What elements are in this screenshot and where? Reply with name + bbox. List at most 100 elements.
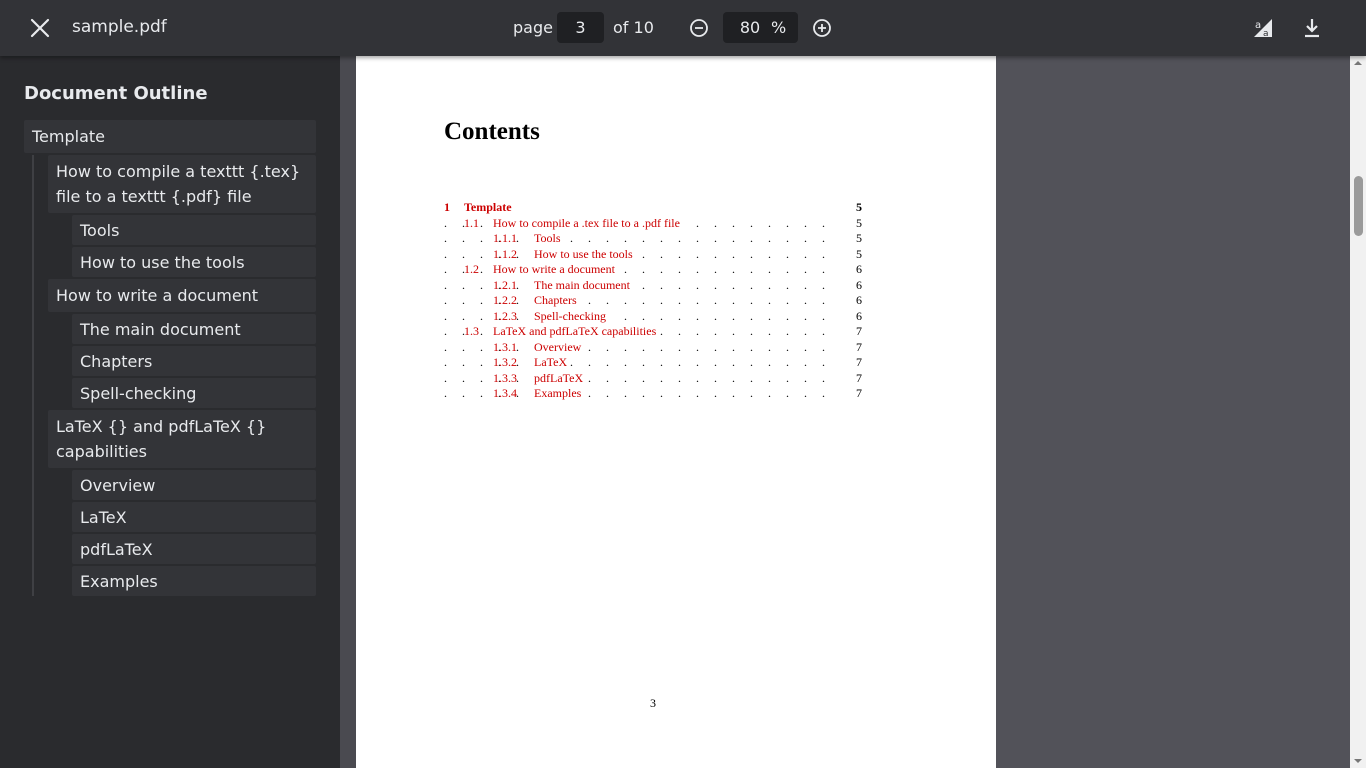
outline-group: How to compile a texttt {.tex} file to a…: [32, 155, 316, 596]
toc-entry-label[interactable]: The main document: [534, 277, 633, 293]
toc-entry[interactable]: . . . . . . . . . . . . . . . . . . . . …: [444, 246, 862, 262]
translate-button[interactable]: a a: [1250, 15, 1276, 41]
outline-subgroup: Overview LaTeX pdfLaTeX Examples: [48, 470, 316, 596]
toc-entry-number: 1.2.1: [493, 277, 517, 292]
toc-entry-number: 1.3: [464, 324, 479, 338]
toc-entry-page: 6: [856, 277, 862, 292]
toc-entry-number: 1.1.1: [493, 231, 517, 245]
toc-entry-label[interactable]: How to use the tools: [534, 246, 636, 262]
toc-entry[interactable]: . . . . . . . . . . . . . . . . . . . . …: [444, 370, 862, 386]
file-name: sample.pdf: [72, 17, 167, 37]
zoom-input[interactable]: [729, 12, 771, 43]
zoom-in-button[interactable]: [810, 16, 834, 40]
toc-entry-page: 5: [856, 200, 862, 214]
toc-entry-label[interactable]: Examples: [534, 386, 585, 402]
toc-entry-label[interactable]: Chapters: [534, 293, 580, 309]
viewer-toolbar: sample.pdf page of 10 % a a: [0, 0, 1366, 56]
outline-subgroup: Tools How to use the tools: [48, 215, 316, 277]
outline-tree: Template How to compile a texttt {.tex} …: [24, 120, 316, 598]
toc-entry-label[interactable]: LaTeX and pdfLaTeX capabilities: [493, 324, 660, 340]
toc-entry-page: 7: [856, 386, 862, 400]
svg-text:a: a: [1255, 20, 1261, 31]
toc-entry-page: 5: [856, 246, 862, 261]
toc-entry-page: 7: [856, 324, 862, 338]
toc-entry[interactable]: . . . . . . . . . . . . . . . . . . . . …: [444, 293, 862, 309]
outline-item-examples[interactable]: Examples: [72, 566, 316, 596]
outline-item-latex[interactable]: LaTeX: [72, 502, 316, 532]
outline-item-main-document[interactable]: The main document: [72, 314, 316, 344]
close-button[interactable]: [22, 10, 58, 46]
outline-item-write-document[interactable]: How to write a document: [48, 279, 316, 312]
toc-entry-page: 6: [856, 308, 862, 323]
toc-entry-label[interactable]: Tools: [534, 231, 564, 247]
toc-entry[interactable]: . . . . . . . . . . . . . . . . . . . . …: [444, 231, 862, 247]
toc-entry-page: 6: [856, 262, 862, 276]
toc-entry-number: 1.3.1: [493, 339, 517, 354]
toc-entry-label[interactable]: Overview: [534, 339, 585, 355]
outline-item-template[interactable]: Template: [24, 120, 316, 153]
download-icon: [1305, 19, 1319, 38]
toc-entry-number: 1.3.4: [493, 386, 517, 400]
toc-entry-number: 1.2: [464, 262, 479, 276]
outline-sidebar: Document Outline Template How to compile…: [0, 56, 340, 768]
toc-entry[interactable]: . . . . . . . . . . . . . . . . . . . . …: [444, 277, 862, 293]
toc-entry[interactable]: . . . . . . . . . . . . . . . . . . . . …: [444, 308, 862, 324]
toc-entry-number: 1.2.3: [493, 308, 517, 323]
toc-entry-number: 1.3.3: [493, 370, 517, 385]
toc-entry[interactable]: . . . . . . . . . . . . . . . . . . . . …: [444, 339, 862, 355]
scrollbar-thumb[interactable]: [1354, 176, 1363, 236]
toc-entry-page: 7: [856, 370, 862, 385]
toc-entry-label[interactable]: Spell-checking: [534, 308, 609, 324]
page-gutter: [340, 56, 356, 768]
zoom-in-icon: [813, 19, 831, 37]
toc-entry-number: 1.3.2: [493, 355, 517, 369]
close-icon: [30, 18, 50, 38]
zoom-unit: %: [771, 18, 787, 37]
table-of-contents: 1Template5. . . . . . . . . . . . . . . …: [444, 200, 862, 402]
outline-item-use-tools[interactable]: How to use the tools: [72, 247, 316, 277]
outline-item-chapters[interactable]: Chapters: [72, 346, 316, 376]
outline-item-pdflatex[interactable]: pdfLaTeX: [72, 534, 316, 564]
scroll-down-arrow-icon[interactable]: [1353, 756, 1363, 766]
page-label: page: [513, 18, 553, 37]
zoom-out-icon: [690, 19, 708, 37]
translate-icon: a a: [1254, 19, 1272, 39]
zoom-field: %: [723, 12, 798, 43]
toc-entry[interactable]: . . . . . . . . . . . . . . . . . . . . …: [444, 324, 862, 340]
outline-item-spell-checking[interactable]: Spell-checking: [72, 378, 316, 408]
page-footer-number: 3: [650, 696, 656, 710]
toc-entry[interactable]: . . . . . . . . . . . . . . . . . . . . …: [444, 262, 862, 278]
toc-entry-number: 1: [444, 200, 450, 214]
toc-entry[interactable]: 1 Template 5: [444, 200, 862, 216]
toc-entry-label[interactable]: How to compile a .tex file to a .pdf fil…: [493, 215, 683, 231]
download-button[interactable]: [1299, 15, 1325, 41]
toc-entry-label[interactable]: How to write a document: [493, 262, 618, 278]
toc-entry[interactable]: . . . . . . . . . . . . . . . . . . . . …: [444, 355, 862, 371]
toc-entry-page: 5: [856, 231, 862, 245]
outline-subgroup: The main document Chapters Spell-checkin…: [48, 314, 316, 408]
zoom-out-button[interactable]: [687, 16, 711, 40]
toc-entry-page: 6: [856, 293, 862, 307]
toc-entry-page: 5: [856, 215, 862, 230]
outline-item-overview[interactable]: Overview: [72, 470, 316, 500]
toc-entry-label[interactable]: Template: [464, 200, 515, 216]
pdf-page: Contents 1 Template 5. . . . . . . . . . .…: [356, 56, 996, 768]
toc-entry[interactable]: . . . . . . . . . . . . . . . . . . . . …: [444, 215, 862, 231]
page-number-input[interactable]: [557, 12, 604, 43]
outline-item-capabilities[interactable]: LaTeX {} and pdfLaTeX {} capabilities: [48, 410, 316, 468]
toc-entry-number: 1.2.2: [493, 293, 517, 307]
vertical-scrollbar[interactable]: [1350, 56, 1366, 768]
outline-title: Document Outline: [24, 83, 208, 104]
toc-entry-label[interactable]: pdfLaTeX: [534, 370, 587, 386]
toc-entry-page: 7: [856, 355, 862, 369]
scroll-up-arrow-icon[interactable]: [1353, 58, 1363, 68]
outline-item-tools[interactable]: Tools: [72, 215, 316, 245]
toc-entry-page: 7: [856, 339, 862, 354]
toc-entry[interactable]: . . . . . . . . . . . . . . . . . . . . …: [444, 386, 862, 402]
toc-entry-number: 1.1: [464, 215, 479, 230]
svg-text:a: a: [1263, 29, 1269, 39]
outline-item-compile[interactable]: How to compile a texttt {.tex} file to a…: [48, 155, 316, 213]
page-total: of 10: [613, 18, 654, 37]
toc-entry-label[interactable]: LaTeX: [534, 355, 571, 371]
toc-entry-number: 1.1.2: [493, 246, 517, 261]
